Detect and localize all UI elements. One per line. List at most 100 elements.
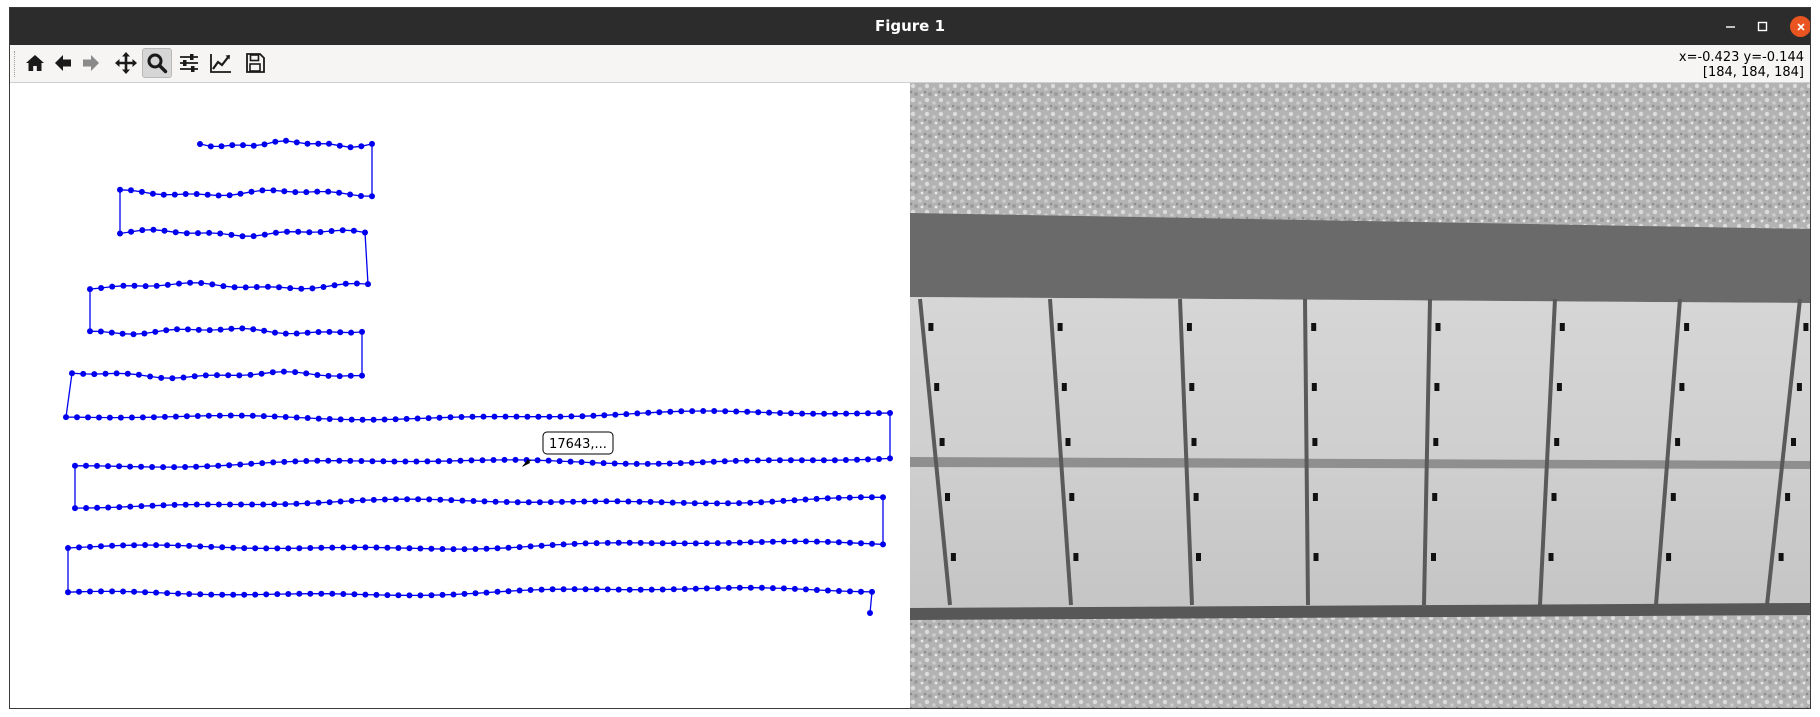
trajectory-point — [556, 458, 563, 465]
trajectory-point — [184, 326, 191, 333]
trajectory-point — [139, 414, 146, 421]
forward-button[interactable] — [76, 48, 106, 78]
panel-clip — [950, 553, 956, 561]
save-button[interactable] — [240, 48, 270, 78]
trajectory-point — [193, 191, 200, 197]
trajectory-point — [714, 540, 721, 547]
trajectory-point — [326, 328, 333, 335]
trajectory-point — [810, 410, 817, 417]
trajectory-point — [175, 542, 182, 549]
navigation-toolbar: x=-0.423 y=-0.144 [184, 184, 184] — [10, 45, 1810, 83]
trajectory-point — [736, 500, 743, 507]
trajectory-point — [215, 462, 222, 469]
trajectory-point — [247, 371, 254, 378]
trajectory-point — [160, 191, 167, 198]
trajectory-point — [193, 501, 200, 508]
trajectory-point — [809, 457, 816, 464]
home-button[interactable] — [20, 48, 50, 78]
trajectory-point — [516, 544, 523, 551]
trajectory-point — [765, 457, 772, 464]
trajectory-point — [336, 189, 343, 196]
trajectory-point — [865, 456, 871, 463]
panel-clip — [1433, 438, 1439, 446]
trajectory-point — [755, 409, 762, 416]
thermal-image-axes[interactable] — [910, 83, 1810, 708]
trajectory-point — [87, 286, 93, 293]
trajectory-point — [571, 586, 578, 593]
trajectory-point — [85, 414, 91, 421]
trajectory-point — [424, 458, 431, 465]
trajectory-point — [171, 464, 178, 471]
trajectory-point — [603, 498, 610, 505]
trajectory-point — [250, 142, 257, 149]
trajectory-point — [373, 591, 380, 598]
trajectory-point — [263, 591, 270, 598]
trajectory-point — [425, 415, 432, 422]
panel-clip — [1666, 553, 1672, 561]
trajectory-point — [65, 589, 71, 596]
trajectory-point — [296, 590, 303, 597]
trajectory-point — [340, 591, 347, 597]
customize-button[interactable] — [206, 48, 236, 78]
trajectory-point — [502, 413, 509, 420]
trajectory-point — [217, 230, 224, 237]
toolbar-grip[interactable] — [14, 51, 17, 77]
arrow-right-icon — [83, 55, 99, 71]
trajectory-point — [417, 545, 424, 552]
trajectory-point — [252, 591, 259, 598]
trajectory-point — [320, 284, 327, 290]
trajectory-point — [513, 413, 520, 420]
trajectory-point — [658, 499, 665, 506]
trajectory-point — [130, 331, 137, 338]
trajectory-point — [293, 139, 300, 146]
trajectory-point — [138, 503, 145, 510]
trajectory-point — [692, 540, 699, 547]
trajectory-point — [128, 228, 135, 235]
panel-clip — [945, 493, 950, 501]
close-icon — [1796, 22, 1805, 31]
trajectory-point — [637, 586, 644, 593]
trajectory-point — [274, 545, 281, 552]
trajectory-point — [832, 410, 839, 417]
title-bar[interactable]: Figure 1 — [10, 8, 1810, 45]
trajectory-point — [153, 589, 160, 596]
panel-clip — [1069, 493, 1075, 501]
trajectory-point — [237, 461, 244, 468]
close-button[interactable] — [1790, 16, 1810, 37]
trajectory-point — [769, 538, 776, 545]
panel-clip — [1189, 383, 1195, 391]
trajectory-point — [836, 588, 842, 594]
back-button[interactable] — [48, 48, 78, 78]
zoom-button[interactable] — [142, 48, 172, 78]
minimize-button[interactable] — [1720, 16, 1741, 37]
trajectory-point — [380, 458, 387, 465]
trajectory-point — [758, 499, 765, 506]
trajectory-point — [153, 282, 160, 289]
trajectory-point — [692, 585, 699, 592]
trajectory-point — [459, 497, 466, 504]
pan-button[interactable] — [111, 48, 141, 78]
trajectory-point — [417, 592, 424, 599]
trajectory-axes[interactable]: 17643,... — [10, 83, 910, 708]
subplots-button[interactable] — [174, 48, 204, 78]
trajectory-point — [304, 415, 311, 421]
trajectory-point — [393, 496, 399, 503]
panel-clip — [1312, 438, 1318, 446]
trajectory-point — [147, 373, 154, 380]
trajectory-point — [347, 191, 354, 198]
trajectory-point — [197, 141, 203, 147]
trajectory-point — [536, 499, 543, 506]
maximize-button[interactable] — [1752, 16, 1773, 37]
trajectory-point — [582, 540, 589, 547]
trajectory-point — [226, 192, 233, 199]
panel-clip — [1434, 383, 1440, 391]
trajectory-point — [87, 543, 93, 550]
trajectory-point — [791, 497, 798, 504]
figure-canvas[interactable]: 17643,... — [10, 83, 1810, 708]
trajectory-point — [293, 500, 300, 507]
panel-clip — [1193, 493, 1199, 501]
trajectory-point — [402, 458, 409, 465]
trajectory-point — [887, 455, 893, 462]
trajectory-point — [514, 499, 521, 506]
trajectory-point — [241, 545, 248, 552]
